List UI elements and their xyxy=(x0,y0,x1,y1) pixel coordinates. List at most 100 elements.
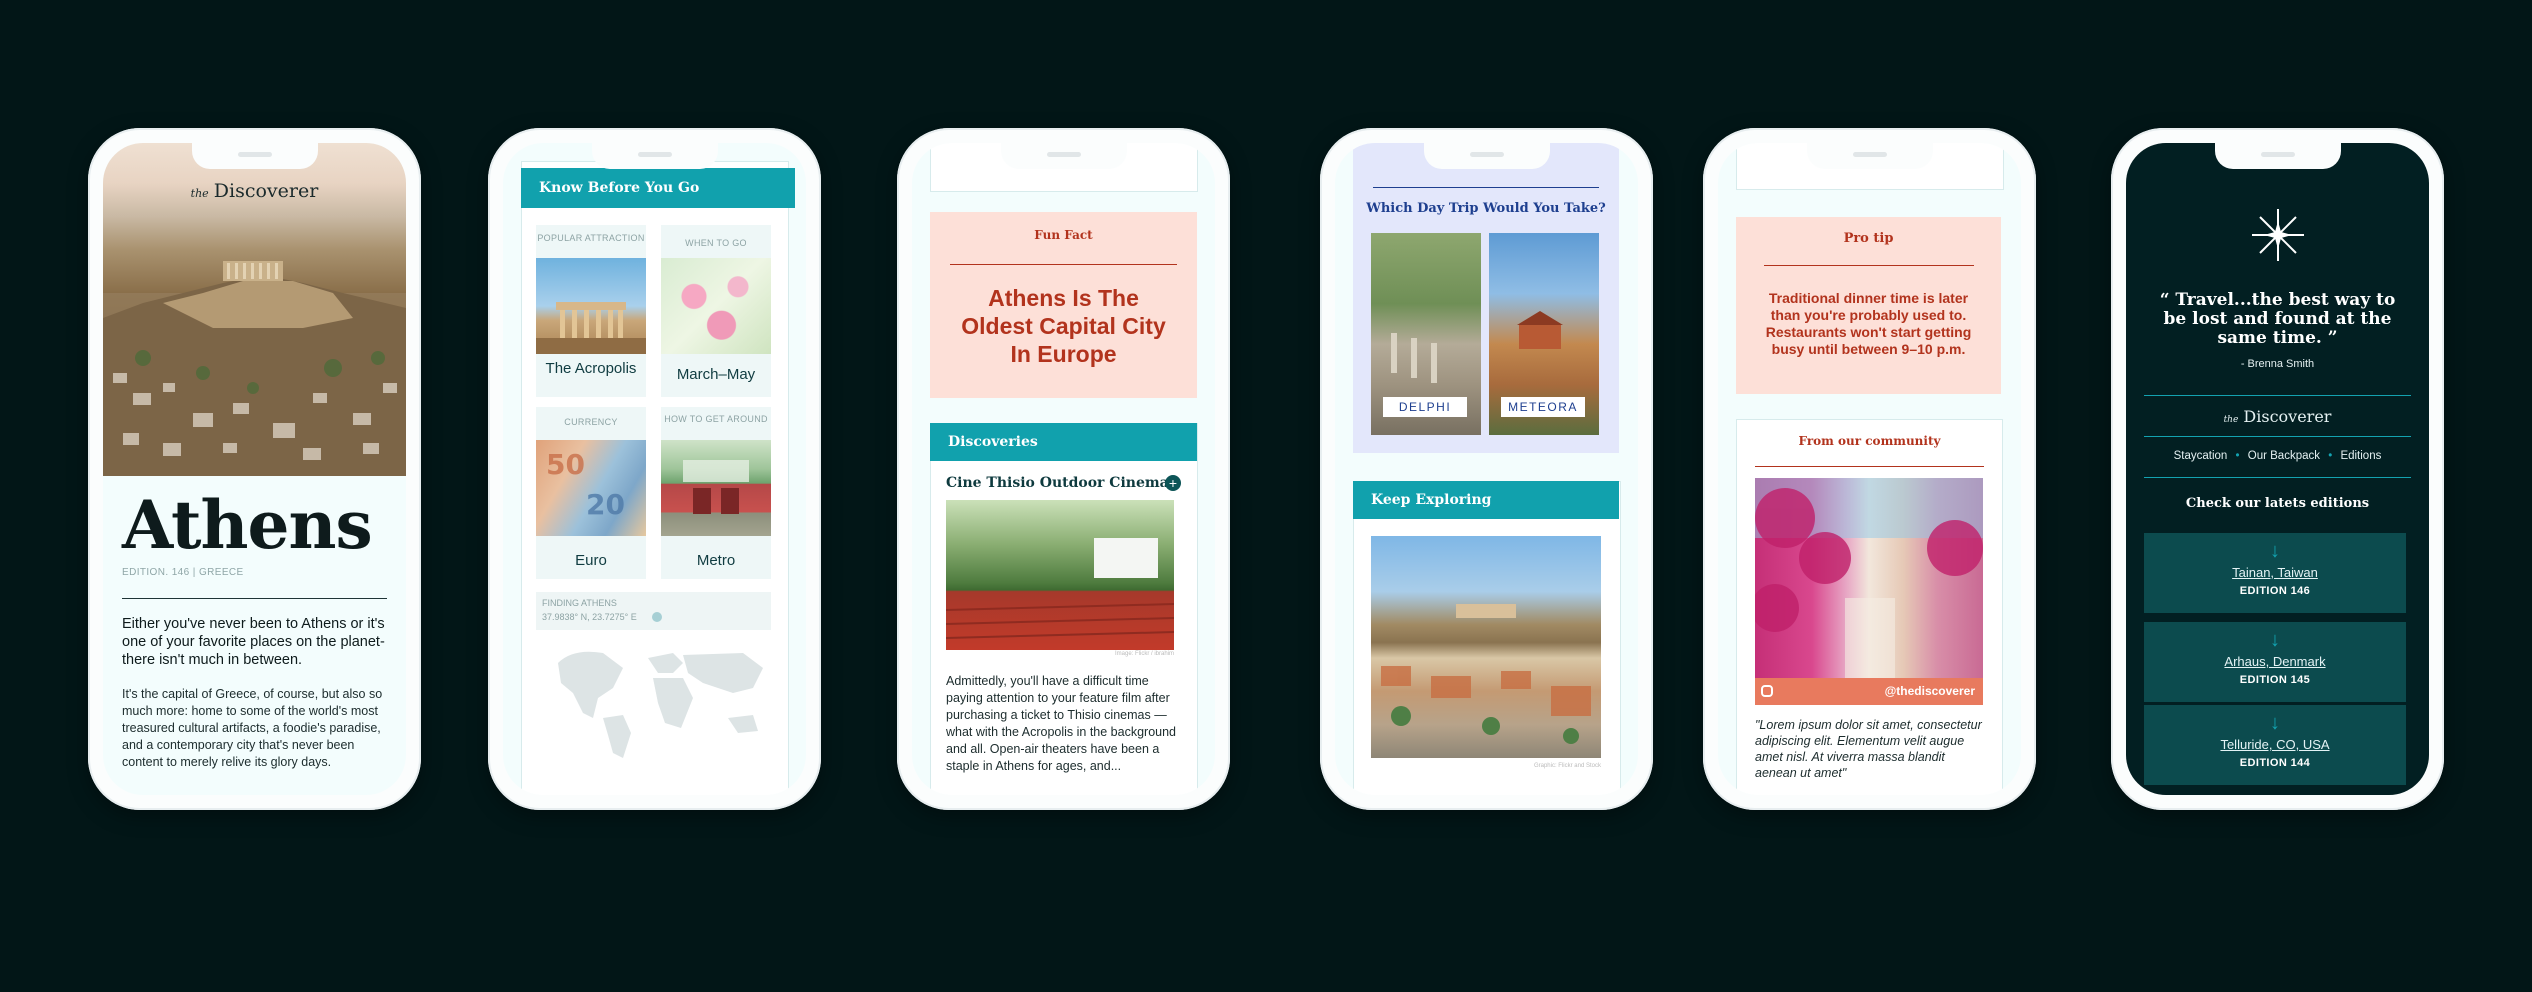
cell-label: CURRENCY xyxy=(564,417,618,427)
instagram-handle[interactable]: @thediscoverer xyxy=(1885,684,1975,698)
cell-value: The Acropolis xyxy=(545,360,637,377)
notch xyxy=(2214,143,2341,169)
screen: “ Travel...the best way to be lost and f… xyxy=(2126,143,2429,795)
edition-label: EDITION. 146 | GREECE xyxy=(122,567,244,578)
discovery-body: Admittedly, you'll have a difficult time… xyxy=(946,674,1176,773)
metro-photo xyxy=(661,440,771,536)
edition-place[interactable]: Telluride, CO, USA xyxy=(2144,737,2406,752)
phone-athens-cover: the Discoverer Athens EDITION. 146 | GRE… xyxy=(88,128,421,810)
nav-our-backpack[interactable]: Our Backpack xyxy=(2248,450,2320,462)
brand-logo: the Discoverer xyxy=(103,180,406,202)
community-caption: "Lorem ipsum dolor sit amet, consectetur… xyxy=(1755,718,1982,780)
edition-place[interactable]: Tainan, Taiwan xyxy=(2144,565,2406,580)
discovery-title[interactable]: Cine Thisio Outdoor Cinema xyxy=(946,475,1169,491)
finding-label: FINDING ATHENS xyxy=(542,598,617,608)
add-icon[interactable]: + xyxy=(1165,475,1181,491)
screen: Fun Fact Athens Is The Oldest Capital Ci… xyxy=(912,143,1215,795)
footer-brand-logo[interactable]: the Discoverer xyxy=(2126,407,2429,426)
body-paragraph: It's the capital of Greece, of course, b… xyxy=(122,687,383,769)
notch xyxy=(1423,143,1550,169)
arrow-down-icon: ↓ xyxy=(2270,629,2280,651)
cell-label: WHEN TO GO xyxy=(685,238,747,248)
option-delphi[interactable]: DELPHI xyxy=(1383,397,1467,417)
edition-card[interactable]: ↓ Tainan, Taiwan EDITION 146 xyxy=(2144,533,2406,613)
euro-notes-photo: 50 20 xyxy=(536,440,646,536)
athens-city-photo xyxy=(1371,536,1601,758)
compass-star-icon xyxy=(2252,209,2304,261)
divider xyxy=(950,264,1177,265)
notch xyxy=(591,143,718,169)
nav-editions[interactable]: Editions xyxy=(2340,450,2381,462)
cell-value: March–May xyxy=(676,366,756,383)
fun-fact-label: Fun Fact xyxy=(1034,228,1093,242)
edition-number: EDITION 144 xyxy=(2239,757,2311,769)
copy-icon[interactable] xyxy=(652,612,662,622)
notch xyxy=(1000,143,1127,169)
instagram-icon[interactable] xyxy=(1761,685,1773,697)
edition-number: EDITION 146 xyxy=(2239,585,2311,597)
delphi-photo[interactable]: DELPHI xyxy=(1371,233,1481,435)
brand-name: Discoverer xyxy=(2243,407,2332,426)
pro-tip-label: Pro tip xyxy=(1843,231,1894,246)
phone-footer: “ Travel...the best way to be lost and f… xyxy=(2111,128,2444,810)
brand-prefix: the xyxy=(2223,415,2239,425)
divider xyxy=(2144,436,2411,437)
arrow-down-icon: ↓ xyxy=(2270,540,2280,562)
cell-label: POPULAR ATTRACTION xyxy=(537,233,645,243)
fun-fact-text: Athens Is The Oldest Capital City In Eur… xyxy=(961,285,1166,367)
phone-day-trip: Which Day Trip Would You Take? DELPHI ME… xyxy=(1320,128,1653,810)
phone-fun-fact: Fun Fact Athens Is The Oldest Capital Ci… xyxy=(897,128,1230,810)
photo-credit: Graphic: Flickr and Stock xyxy=(1533,763,1601,769)
currency-card[interactable]: CURRENCY 50 20 Euro xyxy=(536,407,646,579)
cell-label: HOW TO GET AROUND xyxy=(664,414,768,424)
editions-heading: Check our latets editions xyxy=(2185,496,2370,511)
screen: Know Before You Go POPULAR ATTRACTION Th… xyxy=(503,143,806,795)
nav-staycation[interactable]: Staycation xyxy=(2174,450,2228,462)
divider xyxy=(2144,395,2411,396)
divider xyxy=(1764,265,1974,266)
edition-place[interactable]: Arhaus, Denmark xyxy=(2144,654,2406,669)
divider xyxy=(2144,477,2411,478)
lead-paragraph: Either you've never been to Athens or it… xyxy=(122,616,385,668)
coordinates: 37.9838° N, 23.7275° E xyxy=(542,612,637,622)
quote-author: - Brenna Smith xyxy=(2240,358,2315,370)
nav-separator: • xyxy=(2328,450,2333,462)
nav-separator: • xyxy=(2235,450,2240,462)
notch xyxy=(1806,143,1933,169)
parthenon-photo xyxy=(536,258,646,354)
attraction-card[interactable]: POPULAR ATTRACTION The Acropolis xyxy=(536,225,646,397)
section-header: Keep Exploring xyxy=(1353,481,1619,519)
notch xyxy=(191,143,318,169)
transport-card[interactable]: HOW TO GET AROUND Metro xyxy=(661,407,771,579)
pro-tip-card: Pro tip Traditional dinner time is later… xyxy=(1736,217,2001,394)
outdoor-cinema-photo xyxy=(946,500,1174,650)
meteora-photo[interactable]: METEORA xyxy=(1489,233,1599,435)
screen: Which Day Trip Would You Take? DELPHI ME… xyxy=(1335,143,1638,795)
divider xyxy=(122,598,387,599)
screen: the Discoverer Athens EDITION. 146 | GRE… xyxy=(103,143,406,795)
community-card: From our community @thediscoverer "Lorem… xyxy=(1736,419,2003,795)
community-photo: @thediscoverer xyxy=(1755,478,1983,705)
edition-number: EDITION 145 xyxy=(2239,674,2311,686)
section-header: Know Before You Go xyxy=(521,168,795,208)
poll-card: Which Day Trip Would You Take? DELPHI ME… xyxy=(1353,143,1619,453)
handle-bar: @thediscoverer xyxy=(1755,678,1983,705)
cell-value: Euro xyxy=(575,552,607,569)
edition-card[interactable]: ↓ Telluride, CO, USA EDITION 144 xyxy=(2144,705,2406,785)
cell-value: Metro xyxy=(696,552,736,569)
photo-credit: Image: Flickr / ibrahim xyxy=(1114,651,1174,657)
world-map xyxy=(558,651,763,758)
screen: Pro tip Traditional dinner time is later… xyxy=(1718,143,2021,795)
cherry-blossom-photo xyxy=(661,258,771,354)
community-label: From our community xyxy=(1798,434,1941,448)
edition-card[interactable]: ↓ Arhaus, Denmark EDITION 145 xyxy=(2144,622,2406,702)
section-header: Discoveries xyxy=(930,423,1197,461)
option-meteora[interactable]: METEORA xyxy=(1501,397,1585,417)
page-title: Athens xyxy=(122,486,373,564)
pro-tip-text: Traditional dinner time is later than yo… xyxy=(1765,290,1972,357)
poll-question: Which Day Trip Would You Take? xyxy=(1366,201,1606,216)
fun-fact-card: Fun Fact Athens Is The Oldest Capital Ci… xyxy=(930,212,1197,398)
when-to-go-card[interactable]: WHEN TO GO March–May xyxy=(661,225,771,397)
phone-pro-tip: Pro tip Traditional dinner time is later… xyxy=(1703,128,2036,810)
divider xyxy=(1755,466,1984,467)
